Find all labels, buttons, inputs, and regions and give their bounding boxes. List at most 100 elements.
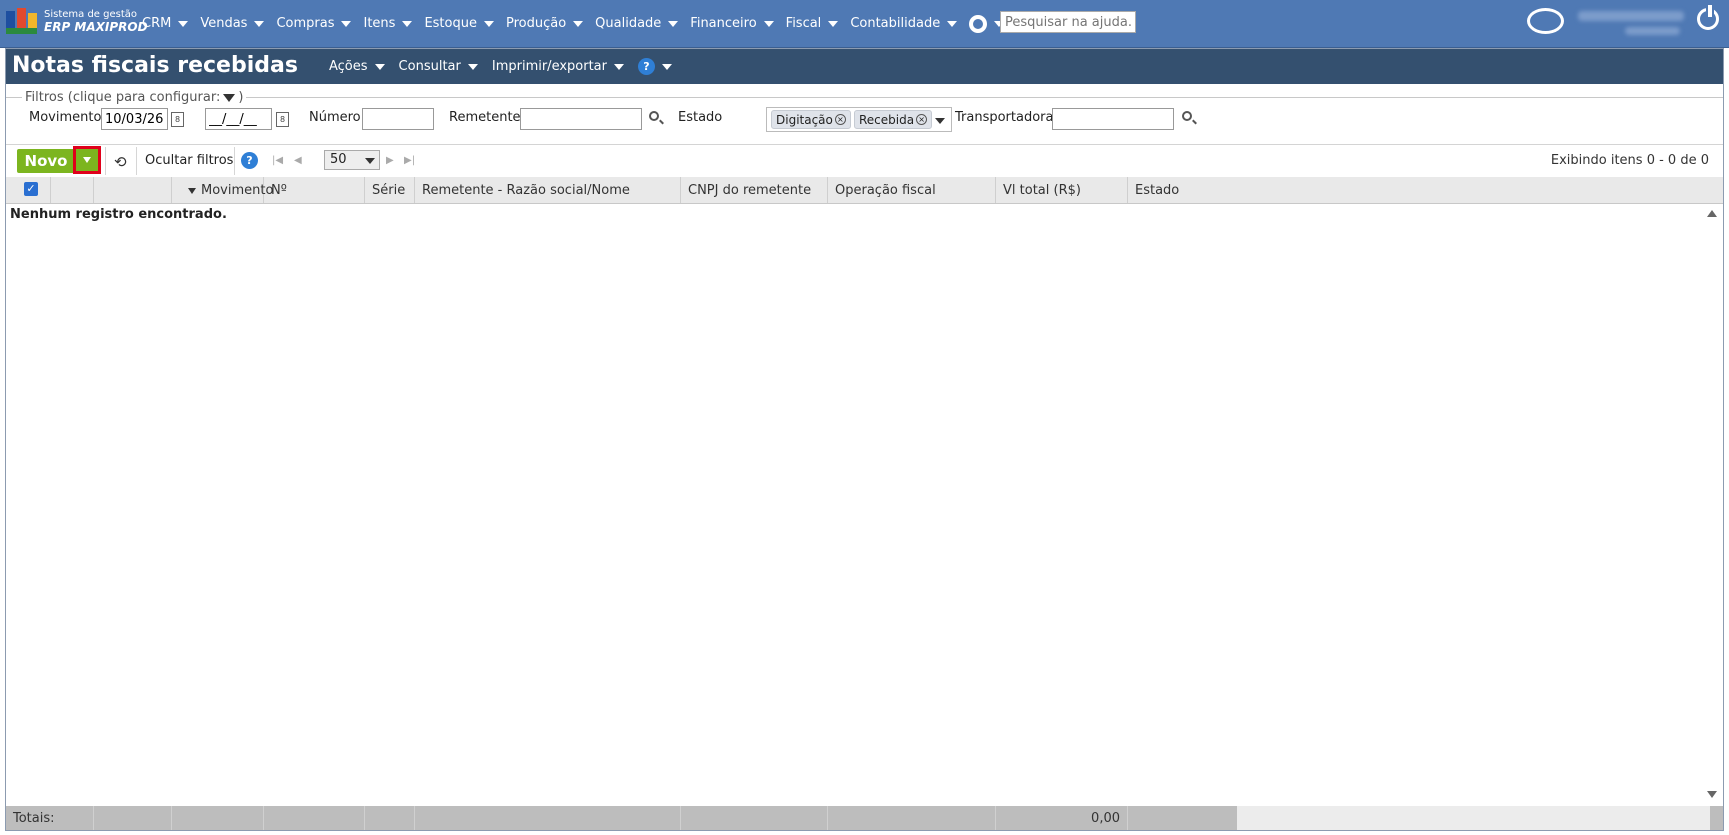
numero-input[interactable] <box>362 108 434 130</box>
column-estado[interactable]: Estado <box>1128 177 1723 203</box>
estado-chip-recebida: Recebida × <box>854 110 933 129</box>
menu-compras[interactable]: Compras <box>276 16 352 31</box>
totals-cell <box>365 806 415 830</box>
new-button-dropdown[interactable] <box>73 146 101 174</box>
chevron-down-icon <box>402 20 413 27</box>
filter-icon[interactable] <box>223 93 236 102</box>
menu-financeiro[interactable]: Financeiro <box>690 16 774 31</box>
column-blank-2 <box>94 177 172 203</box>
menu-imprimir-exportar[interactable]: Imprimir/exportar <box>492 59 624 74</box>
menu-acoes[interactable]: Ações <box>329 59 385 74</box>
menu-consultar[interactable]: Consultar <box>399 59 478 74</box>
scroll-up-icon[interactable] <box>1707 210 1717 217</box>
chevron-down-icon <box>668 20 679 27</box>
separator <box>105 147 106 175</box>
chevron-down-icon <box>662 63 672 70</box>
totals-cell <box>172 806 264 830</box>
search-icon[interactable] <box>1182 111 1192 121</box>
chevron-down-icon <box>947 20 958 27</box>
column-cnpj-remetente[interactable]: CNPJ do remetente <box>681 177 828 203</box>
totals-filler <box>1237 806 1710 830</box>
previous-page-icon[interactable]: ◀ <box>294 155 302 166</box>
menu-contabilidade[interactable]: Contabilidade <box>850 16 958 31</box>
transportadora-label: Transportadora <box>955 110 1054 125</box>
sort-desc-icon <box>188 187 196 194</box>
menu-estoque[interactable]: Estoque <box>424 16 494 31</box>
movimento-from-input[interactable] <box>101 108 168 130</box>
column-operacao-fiscal[interactable]: Operação fiscal <box>828 177 996 203</box>
menu-itens[interactable]: Itens <box>363 16 413 31</box>
transportadora-input[interactable] <box>1052 108 1174 130</box>
help-search-input[interactable] <box>1000 11 1136 33</box>
totals-cell <box>828 806 996 830</box>
hide-filters-button[interactable]: Ocultar filtros <box>145 153 233 168</box>
filters-panel: Filtros (clique para configurar: ) Movim… <box>6 90 1723 138</box>
chevron-down-icon <box>763 20 774 27</box>
totals-cell <box>94 806 172 830</box>
select-all-checkbox[interactable]: ✓ <box>24 182 38 196</box>
menu-crm[interactable]: CRM <box>142 16 189 31</box>
estado-multiselect[interactable]: Digitação × Recebida × <box>766 107 952 132</box>
help-icon: ? <box>638 58 655 75</box>
chat-icon[interactable] <box>1527 8 1564 34</box>
chevron-down-icon <box>828 20 839 27</box>
last-page-icon[interactable]: ▶| <box>404 155 415 166</box>
separator <box>234 147 235 175</box>
brand-text: Sistema de gestão ERP MAXIPROD <box>44 8 148 34</box>
user-company-blurred[interactable] <box>1625 27 1680 35</box>
pagination-status: Exibindo itens 0 - 0 de 0 <box>1550 153 1709 168</box>
maxiprod-logo[interactable] <box>6 8 38 36</box>
column-blank-1 <box>51 177 94 203</box>
main-menu: CRM Vendas Compras Itens Estoque Produçã… <box>142 0 1060 47</box>
new-button[interactable]: Novo <box>17 149 75 173</box>
totals-cell <box>415 806 681 830</box>
column-remetente[interactable]: Remetente - Razão social/Nome <box>415 177 681 203</box>
chevron-down-icon[interactable] <box>935 118 945 124</box>
chevron-down-icon <box>254 20 265 27</box>
chevron-down-icon <box>483 20 494 27</box>
scroll-down-icon[interactable] <box>1707 791 1717 798</box>
remetente-input[interactable] <box>520 108 642 130</box>
menu-vendas[interactable]: Vendas <box>200 16 265 31</box>
chevron-down-icon <box>365 158 375 164</box>
help-icon[interactable]: ? <box>241 152 258 169</box>
settings-menu[interactable] <box>969 14 1005 33</box>
remetente-label: Remetente <box>449 110 521 125</box>
next-page-icon[interactable]: ▶ <box>386 155 394 166</box>
column-serie[interactable]: Série <box>365 177 415 203</box>
column-numero[interactable]: Nº <box>264 177 365 203</box>
page-title-bar: Notas fiscais recebidas Ações Consultar … <box>6 49 1723 84</box>
totals-label: Totais: <box>6 806 94 830</box>
estado-chip-digitacao: Digitação × <box>771 110 851 129</box>
filters-legend[interactable]: Filtros (clique para configurar: ) <box>22 90 247 105</box>
total-value: 0,00 <box>996 806 1128 830</box>
remove-chip-icon[interactable]: × <box>916 114 928 125</box>
menu-fiscal[interactable]: Fiscal <box>786 16 839 31</box>
estado-label: Estado <box>678 110 723 125</box>
search-icon[interactable] <box>649 111 659 121</box>
page-size-select[interactable]: 50 <box>324 150 380 170</box>
grid-toolbar: Novo ⟲ Ocultar filtros ? |◀ ◀ 50 ▶ ▶| Ex… <box>6 144 1723 178</box>
menu-producao[interactable]: Produção <box>506 16 584 31</box>
power-icon[interactable] <box>1697 5 1719 30</box>
chevron-down-icon <box>178 20 189 27</box>
menu-qualidade[interactable]: Qualidade <box>595 16 679 31</box>
remove-chip-icon[interactable]: × <box>834 114 846 125</box>
first-page-icon[interactable]: |◀ <box>272 155 283 166</box>
user-name-blurred[interactable] <box>1578 11 1684 21</box>
movimento-to-input[interactable] <box>205 108 272 130</box>
column-vl-total[interactable]: Vl total (R$) <box>996 177 1128 203</box>
separator <box>136 147 137 175</box>
chevron-down-icon <box>614 63 624 70</box>
calendar-icon[interactable]: 8 <box>171 112 184 127</box>
totals-cell <box>681 806 828 830</box>
column-movimento[interactable]: Movimento <box>172 177 273 203</box>
refresh-icon[interactable]: ⟲ <box>114 153 127 171</box>
empty-grid-message: Nenhum registro encontrado. <box>10 207 227 222</box>
chevron-down-icon <box>374 63 385 70</box>
page-help-menu[interactable]: ? <box>638 58 672 75</box>
calendar-icon[interactable]: 8 <box>276 112 289 127</box>
chevron-down-icon <box>83 157 91 163</box>
select-all-column[interactable]: ✓ <box>6 177 51 203</box>
movimento-label: Movimento <box>29 110 102 125</box>
